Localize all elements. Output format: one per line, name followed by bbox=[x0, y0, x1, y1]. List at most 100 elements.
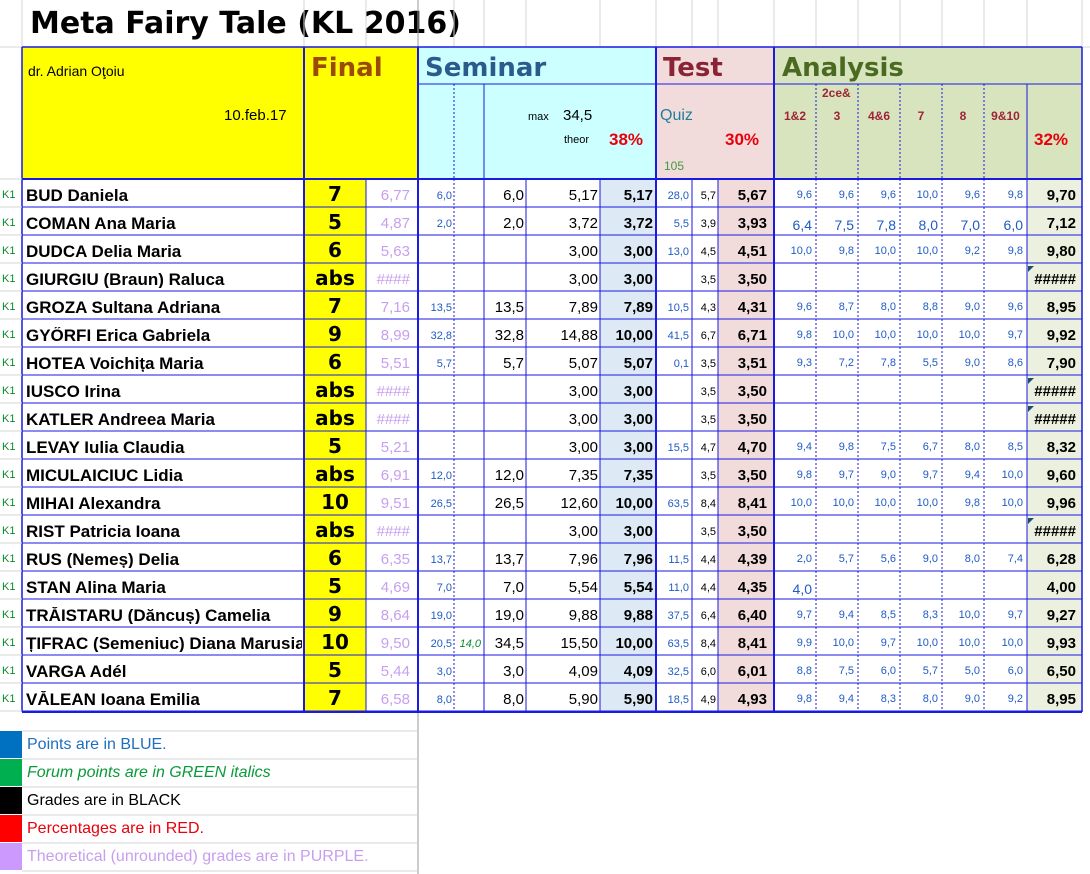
seminar-theor-grade: 3,00 bbox=[568, 439, 598, 456]
seminar-theor-grade: 3,00 bbox=[568, 383, 598, 400]
analysis-score: 10,0 bbox=[916, 637, 938, 649]
analysis-score: 7,4 bbox=[1007, 553, 1023, 565]
comment-marker-icon bbox=[1028, 518, 1034, 524]
quiz-score: 6,7 bbox=[700, 330, 716, 342]
analysis-col-header: 8 bbox=[959, 109, 967, 123]
analysis-score: 10,0 bbox=[1001, 497, 1023, 509]
test-grade: 5,67 bbox=[737, 187, 767, 204]
seminar-grade: 3,00 bbox=[623, 383, 653, 400]
theoretical-grade: 5,63 bbox=[380, 243, 410, 260]
group-code: K1 bbox=[2, 385, 16, 397]
analysis-grade: 8,95 bbox=[1046, 299, 1076, 316]
quiz-score: 4,4 bbox=[700, 554, 716, 566]
group-code: K1 bbox=[2, 637, 16, 649]
quiz-points: 13,0 bbox=[667, 246, 689, 258]
analysis-score: 9,0 bbox=[880, 469, 896, 481]
final-grade: 6 bbox=[328, 546, 342, 570]
theoretical-grade: 6,58 bbox=[380, 691, 410, 708]
report-date: 10.feb.17 bbox=[224, 107, 287, 124]
analysis-score: 8,3 bbox=[922, 609, 938, 621]
final-grade: 7 bbox=[328, 294, 342, 318]
spreadsheet-grid[interactable]: Meta Fairy Tale (KL 2016) dr. Adrian Oţo… bbox=[0, 0, 1090, 874]
seminar-points: 2,0 bbox=[436, 218, 452, 230]
quiz-score: 4,4 bbox=[700, 582, 716, 594]
analysis-score: 9,8 bbox=[838, 245, 854, 257]
comment-marker-icon bbox=[1028, 378, 1034, 384]
analysis-score: 9,4 bbox=[964, 469, 980, 481]
analysis-score: 9,0 bbox=[964, 357, 980, 369]
analysis-grade: 6,50 bbox=[1046, 663, 1076, 680]
test-grade: 3,50 bbox=[737, 383, 767, 400]
final-grade: 10 bbox=[321, 490, 349, 514]
analysis-col-top-2: 2ce& bbox=[822, 86, 851, 100]
quiz-score: 3,5 bbox=[700, 526, 716, 538]
analysis-score: 8,0 bbox=[964, 441, 980, 453]
seminar-grade: 3,00 bbox=[623, 411, 653, 428]
theoretical-grade: 8,99 bbox=[380, 327, 410, 344]
test-grade: 3,50 bbox=[737, 467, 767, 484]
theoretical-grade: 4,69 bbox=[380, 579, 410, 596]
final-grade: abs bbox=[315, 266, 355, 290]
analysis-col-header: 1&2 bbox=[783, 109, 806, 123]
quiz-label: Quiz bbox=[660, 107, 693, 124]
theoretical-grade: 6,77 bbox=[380, 187, 410, 204]
group-code: K1 bbox=[2, 609, 16, 621]
quiz-score: 3,5 bbox=[700, 470, 716, 482]
quiz-points: 41,5 bbox=[667, 330, 689, 342]
legend-swatch bbox=[0, 843, 22, 870]
test-grade: 6,71 bbox=[737, 327, 767, 344]
analysis-score: 10,0 bbox=[916, 189, 938, 201]
analysis-score: 6,0 bbox=[1007, 665, 1023, 677]
analysis-score: 6,0 bbox=[880, 665, 896, 677]
group-code: K1 bbox=[2, 301, 16, 313]
analysis-score: 8,3 bbox=[880, 693, 896, 705]
seminar-grade: 7,35 bbox=[623, 467, 653, 484]
student-name: VARGA Adél bbox=[26, 663, 127, 680]
analysis-score: 7,5 bbox=[880, 441, 896, 453]
final-grade: abs bbox=[315, 378, 355, 402]
analysis-score: 7,5 bbox=[834, 217, 854, 233]
seminar-points: 8,0 bbox=[436, 694, 452, 706]
final-grade: abs bbox=[315, 406, 355, 430]
seminar-points: 19,0 bbox=[430, 610, 452, 622]
group-code: K1 bbox=[2, 329, 16, 341]
quiz-points: 10,5 bbox=[667, 302, 689, 314]
theoretical-grade: 7,16 bbox=[380, 299, 410, 316]
seminar-max-value: 34,5 bbox=[563, 107, 593, 124]
analysis-grade: 9,92 bbox=[1046, 327, 1076, 344]
legend-swatch bbox=[0, 731, 22, 758]
quiz-score: 4,7 bbox=[700, 442, 716, 454]
analysis-score: 9,8 bbox=[796, 329, 812, 341]
seminar-grade: 9,88 bbox=[623, 607, 653, 624]
analysis-score: 10,0 bbox=[1001, 637, 1023, 649]
analysis-grade: 9,93 bbox=[1046, 635, 1076, 652]
analysis-score: 10,0 bbox=[874, 329, 896, 341]
analysis-score: 9,0 bbox=[922, 553, 938, 565]
quiz-score: 3,5 bbox=[700, 414, 716, 426]
theoretical-grade: 8,64 bbox=[380, 607, 410, 624]
test-percent: 30% bbox=[725, 130, 760, 149]
group-code: K1 bbox=[2, 553, 16, 565]
analysis-score: 8,8 bbox=[796, 665, 812, 677]
seminar-theor-grade: 3,00 bbox=[568, 243, 598, 260]
final-grade: 7 bbox=[328, 182, 342, 206]
analysis-score: 9,8 bbox=[964, 497, 980, 509]
analysis-score: 8,6 bbox=[1007, 357, 1023, 369]
analysis-percent: 32% bbox=[1034, 130, 1069, 149]
analysis-col-header: 9&10 bbox=[991, 109, 1020, 123]
analysis-grade: 8,95 bbox=[1046, 691, 1076, 708]
sheet-title: Meta Fairy Tale (KL 2016) bbox=[30, 6, 461, 41]
legend-text: Points are in BLUE. bbox=[27, 736, 167, 753]
analysis-score: 9,4 bbox=[838, 609, 854, 621]
group-code: K1 bbox=[2, 525, 16, 537]
seminar-total: 13,7 bbox=[494, 551, 524, 568]
quiz-points: 18,5 bbox=[667, 694, 689, 706]
group-code: K1 bbox=[2, 217, 16, 229]
test-grade: 3,50 bbox=[737, 523, 767, 540]
final-grade: 5 bbox=[328, 210, 342, 234]
test-grade: 3,50 bbox=[737, 271, 767, 288]
theoretical-grade: 5,21 bbox=[380, 439, 410, 456]
student-name: RUS (Nemeș) Delia bbox=[26, 551, 180, 568]
analysis-grade: 9,70 bbox=[1046, 187, 1076, 204]
student-name: COMAN Ana Maria bbox=[26, 215, 176, 232]
